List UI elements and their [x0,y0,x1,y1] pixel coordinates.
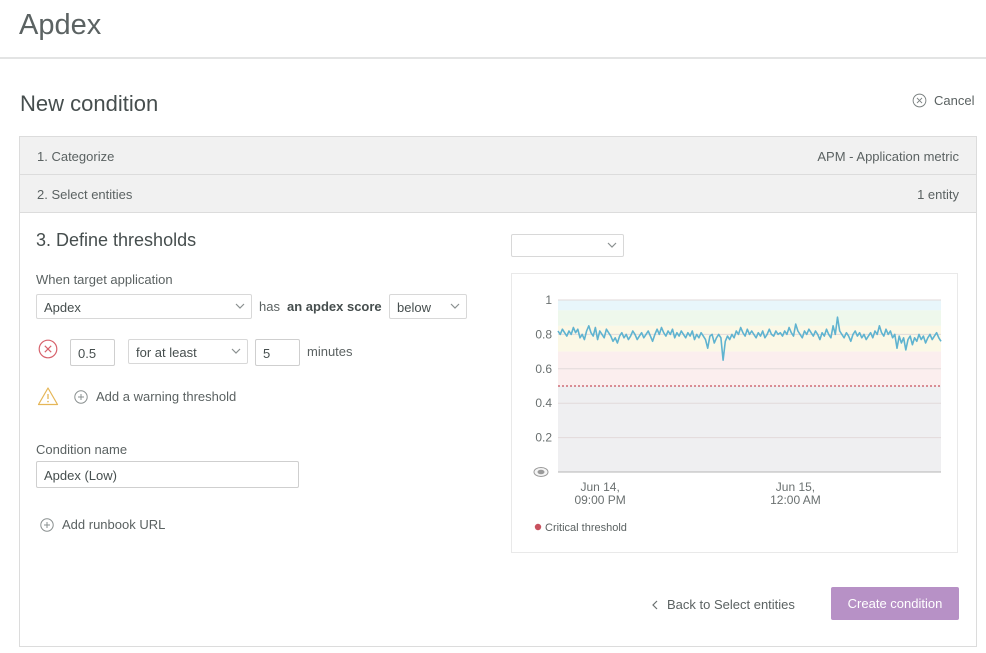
condition-name-label: Condition name [36,442,128,457]
step-categorize[interactable]: 1. Categorize APM - Application metric [20,137,976,175]
page-title: New condition [20,91,159,116]
comparison-select[interactable]: below [389,294,467,319]
plus-circle-icon [40,517,54,532]
plus-circle-icon [74,389,88,404]
critical-icon [38,339,58,359]
chevron-left-icon [652,600,658,609]
warning-icon [37,387,59,406]
add-warning-threshold-label: Add a warning threshold [96,389,237,404]
critical-threshold-value: 0.5 [78,346,97,361]
apdex-zone-band [558,310,941,326]
duration-value: 5 [263,346,271,361]
apdex-chart: 0.2 0.4 0.6 0.8 1 Jun 14,09:00 PM Jun 15,12:0… [533,293,942,534]
app-header: Apdex [0,0,986,59]
step-label: 1. Categorize [37,149,115,164]
metric-text: an apdex score [287,299,382,314]
x-tick-label: Jun 15,12:00 AM [770,480,821,507]
chevron-down-icon [607,242,617,248]
y-tick-label: 0.6 [535,362,552,376]
y-tick-label: 0.2 [535,431,552,445]
minutes-text: minutes [307,344,353,359]
chart-entity-select[interactable] [511,234,624,257]
x-tick-line1: Jun 14, [580,480,619,494]
condition-name-input[interactable]: Apdex (Low) [36,461,299,488]
duration-select[interactable]: for at least [128,339,248,364]
application-select[interactable]: Apdex [36,294,252,319]
has-text: has [259,299,280,314]
critical-threshold-input[interactable]: 0.5 [70,339,115,366]
chevron-down-icon [450,303,460,309]
duration-select-value: for at least [136,345,197,360]
chevron-down-icon [231,348,241,354]
app-title: Apdex [19,9,102,41]
chart-scroll-handle[interactable] [533,467,549,477]
comparison-select-value: below [397,300,431,315]
x-tick-line2: 09:00 PM [574,493,625,507]
add-warning-threshold-button[interactable]: Add a warning threshold [74,389,236,404]
condition-name-value: Apdex (Low) [44,468,117,483]
step-value: 1 entity [917,187,959,202]
back-button-label: Back to Select entities [667,597,795,612]
define-thresholds-title: 3. Define thresholds [36,230,197,250]
target-application-label: When target application [36,272,173,287]
apdex-zone-band [558,300,941,311]
chart-legend: Critical threshold [534,522,627,534]
legend-critical-dot [534,523,542,531]
close-circle-icon [912,93,927,108]
duration-input[interactable]: 5 [255,339,300,366]
create-condition-button[interactable]: Create condition [831,587,959,620]
chevron-down-icon [235,303,245,309]
y-tick-label: 0.8 [535,327,552,341]
step-select-entities[interactable]: 2. Select entities 1 entity [20,175,976,213]
y-tick-label: 0.4 [535,396,552,410]
x-tick-line2: 12:00 AM [770,493,821,507]
y-tick-label: 1 [545,293,552,307]
legend-critical-label: Critical threshold [545,522,627,534]
add-runbook-url-button[interactable]: Add runbook URL [40,517,165,532]
x-tick-line1: Jun 15, [776,480,815,494]
cancel-button[interactable]: Cancel [912,93,974,108]
x-tick-label: Jun 14,09:00 PM [574,480,625,507]
back-to-select-entities-button[interactable]: Back to Select entities [651,597,795,612]
step-label: 2. Select entities [37,187,133,202]
step-value: APM - Application metric [817,149,959,164]
application-select-value: Apdex [44,300,81,315]
apdex-zone-band [558,386,941,472]
add-runbook-url-label: Add runbook URL [62,517,166,532]
cancel-label: Cancel [934,93,975,108]
chart-container: 0.2 0.4 0.6 0.8 1 Jun 14, 09:00 PM Jun 15, 12:0… [511,273,958,553]
